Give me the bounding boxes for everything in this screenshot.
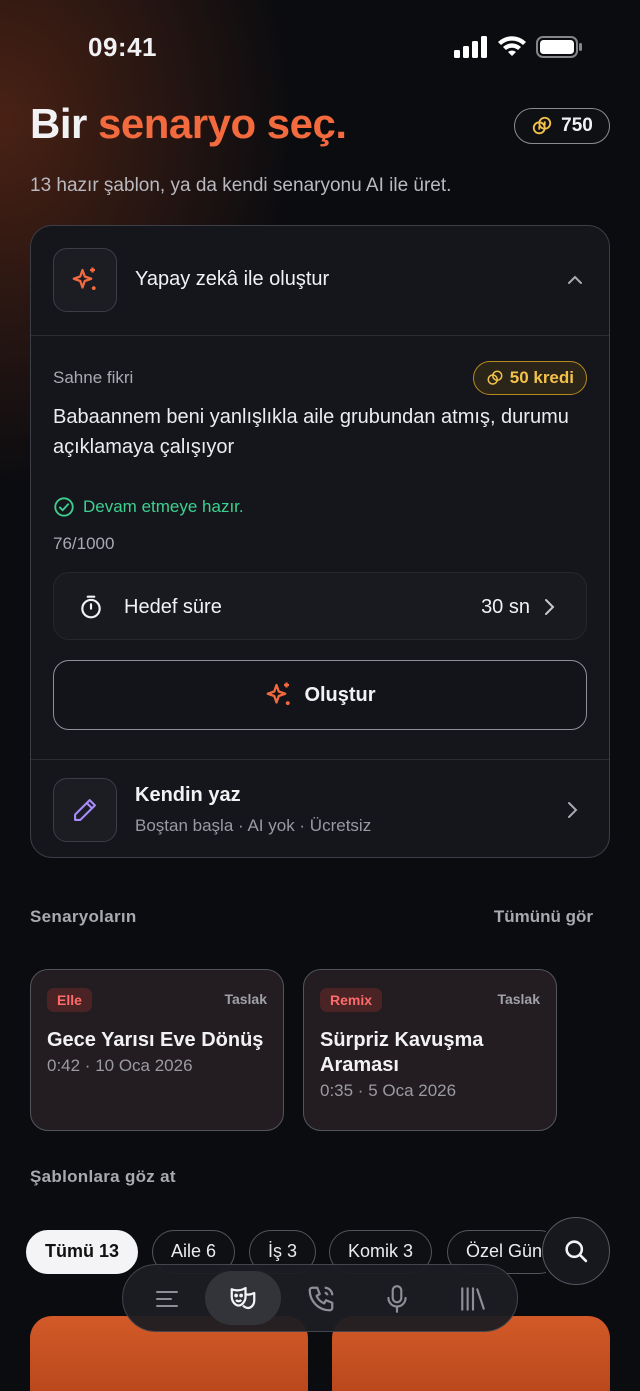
credits-badge[interactable]: 750 [514, 108, 610, 144]
scenario-card[interactable]: Elle Taslak Gece Yarısı Eve Dönüş 0:42 ·… [30, 969, 284, 1131]
scene-idea-input[interactable]: Babaannem beni yanlışlıkla aile grubunda… [53, 402, 573, 462]
phone-icon [308, 1286, 334, 1312]
write-yourself-title: Kendin yaz [135, 784, 241, 806]
bottom-tab-bar [122, 1264, 518, 1332]
tab-menu[interactable] [143, 1275, 191, 1323]
cost-badge: 50 kredi [472, 361, 587, 395]
see-all-link[interactable]: Tümünü gör [494, 907, 593, 927]
target-duration-row[interactable]: Hedef süre 30 sn [53, 572, 587, 640]
coins-icon [532, 116, 552, 135]
write-yourself-row[interactable]: Kendin yaz Boştan başla · AI yok · Ücret… [31, 759, 609, 859]
ai-card-heading: Yapay zekâ ile oluştur [135, 268, 330, 290]
scenario-status: Taslak [497, 991, 540, 1007]
chip-all[interactable]: Tümü 13 [26, 1230, 139, 1274]
ready-status: Devam etmeye hazır. [53, 496, 244, 518]
scenario-title: Gece Yarısı Eve Dönüş [47, 1029, 264, 1051]
signal-icon [454, 36, 487, 58]
chevron-right-icon [568, 802, 578, 818]
tab-library[interactable] [449, 1275, 497, 1323]
chevron-right-icon [545, 599, 555, 615]
credits-value: 750 [561, 115, 593, 136]
scenario-meta: 0:35 · 5 Oca 2026 [320, 1081, 457, 1100]
char-counter: 76/1000 [53, 534, 115, 553]
scenario-card[interactable]: Remix Taslak Sürpriz Kavuşma Araması 0:3… [303, 969, 557, 1131]
scenario-meta: 0:42 · 10 Oca 2026 [47, 1056, 193, 1075]
tab-scenarios[interactable] [205, 1271, 281, 1325]
tab-calls[interactable] [297, 1275, 345, 1323]
scenario-title: Sürpriz Kavuşma Araması [320, 1029, 484, 1076]
pencil-icon [74, 799, 96, 821]
check-circle-icon [54, 497, 74, 517]
scenarios-section-title: Senaryoların [30, 907, 137, 926]
target-duration-label: Hedef süre [124, 596, 222, 618]
library-icon [461, 1287, 485, 1311]
page-title: Bir senaryo seç. [30, 100, 347, 148]
battery-icon [536, 36, 582, 58]
target-duration-value: 30 sn [481, 596, 530, 618]
timer-icon [81, 595, 101, 619]
ai-create-card: Yapay zekâ ile oluştur Sahne fikri 50 kr… [30, 225, 610, 858]
chevron-up-icon[interactable] [565, 270, 585, 290]
title-plain: Bir [30, 100, 87, 147]
sparkles-icon [267, 682, 291, 705]
status-icons [454, 36, 582, 58]
page-subtitle: 13 hazır şablon, ya da kendi senaryonu A… [30, 175, 452, 196]
tab-record[interactable] [373, 1275, 421, 1323]
write-icon-box [53, 778, 117, 842]
microphone-icon [387, 1285, 407, 1313]
sparkles-icon [72, 267, 96, 290]
scenario-status: Taslak [224, 991, 267, 1007]
ai-icon-box [53, 248, 117, 312]
create-button-label: Oluştur [304, 683, 376, 706]
list-icon [156, 1291, 178, 1307]
ai-card-header[interactable]: Yapay zekâ ile oluştur [31, 226, 609, 336]
scenario-badge: Elle [47, 988, 92, 1012]
write-yourself-subtitle: Boştan başla · AI yok · Ücretsiz [135, 816, 372, 835]
wifi-icon [498, 36, 526, 56]
scenario-badge: Remix [320, 988, 383, 1012]
title-accent: senaryo seç. [98, 100, 347, 147]
templates-section-title: Şablonlara göz at [30, 1167, 176, 1186]
create-button[interactable]: Oluştur [53, 660, 587, 730]
ready-text: Devam etmeye hazır. [83, 497, 244, 516]
coins-icon [487, 370, 503, 385]
status-time: 09:41 [88, 32, 157, 62]
search-icon [565, 1240, 588, 1263]
theater-masks-icon [230, 1286, 256, 1310]
search-button[interactable] [542, 1217, 610, 1285]
status-bar: 09:41 [0, 0, 640, 96]
cost-value: 50 kredi [509, 368, 574, 387]
scene-idea-label: Sahne fikri [53, 368, 134, 387]
